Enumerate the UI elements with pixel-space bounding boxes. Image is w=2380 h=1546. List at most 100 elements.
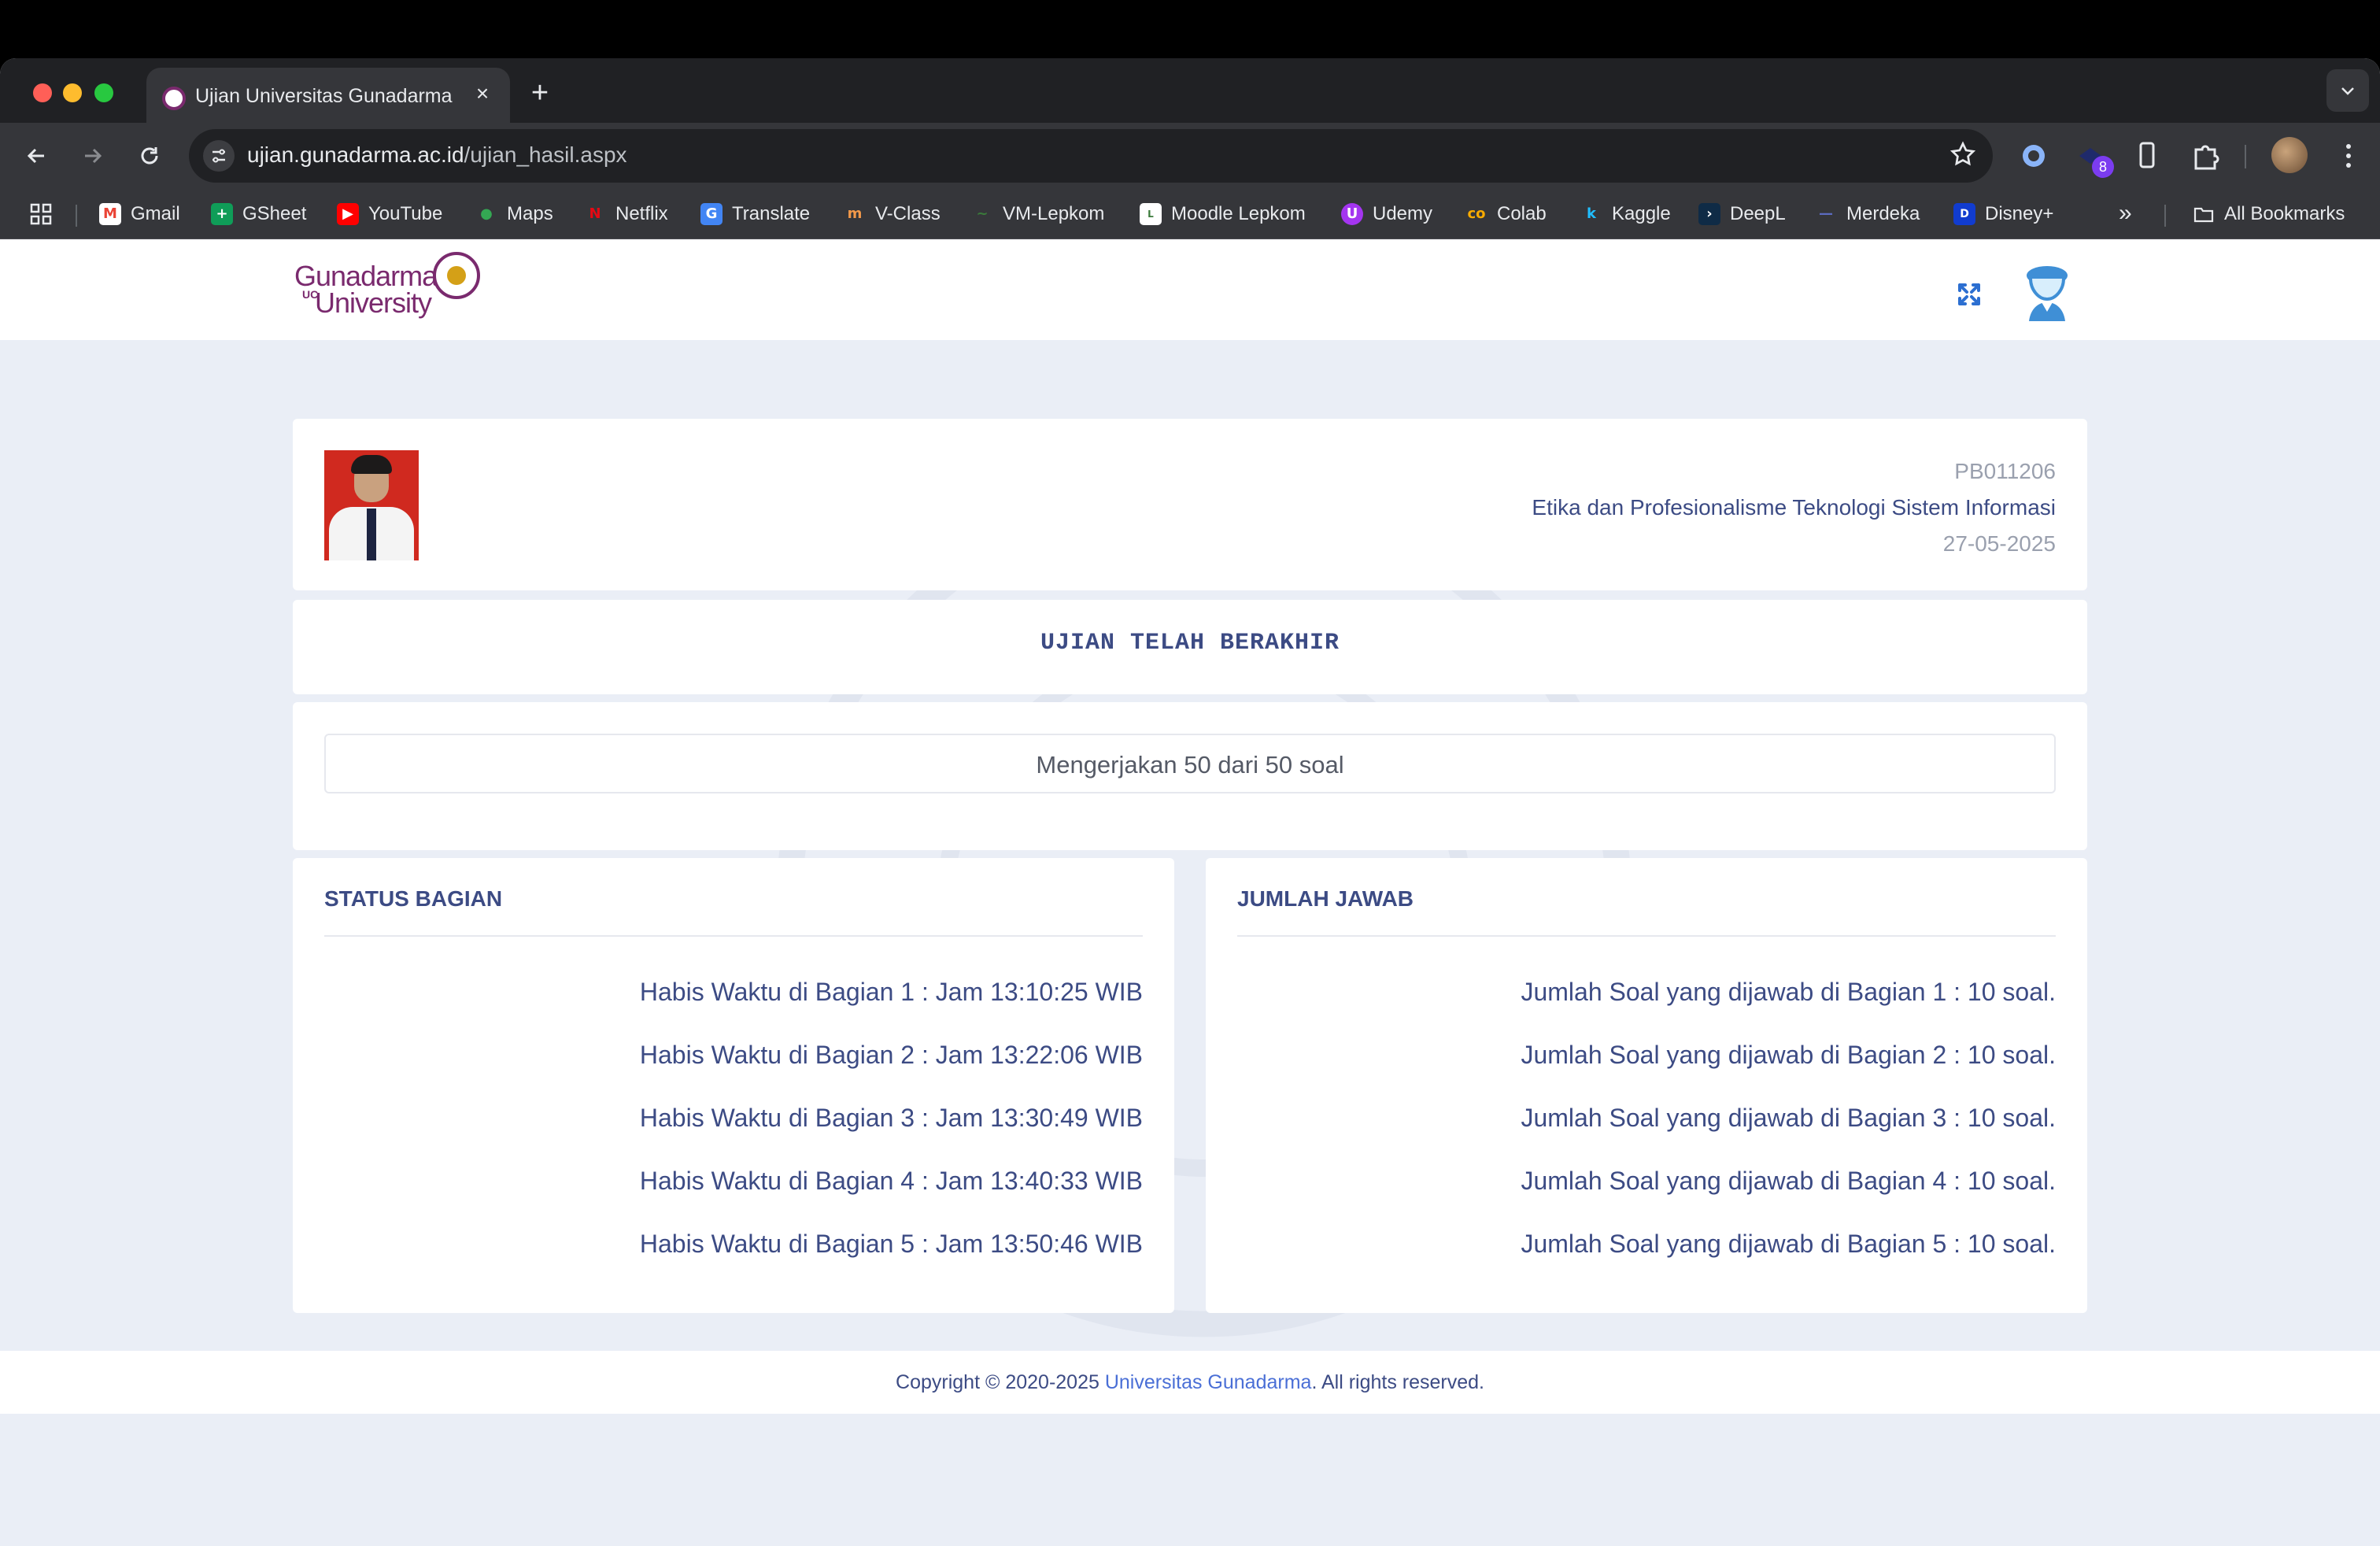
maps-pin-icon: ● — [480, 205, 493, 222]
bookmark-disney[interactable]: D Disney+ — [1953, 200, 2053, 228]
extension-lens-icon[interactable] — [2016, 139, 2051, 173]
arrow-left-icon — [27, 148, 44, 164]
list-item: Habis Waktu di Bagian 3 : Jam 13:30:49 W… — [639, 1104, 1143, 1132]
list-item: Jumlah Soal yang dijawab di Bagian 5 : 1… — [1521, 1230, 2056, 1258]
reload-button[interactable] — [129, 135, 170, 176]
bookmark-merdeka[interactable]: — Merdeka — [1815, 200, 1920, 228]
bookmark-vm-lepkom[interactable]: ~ VM-Lepkom — [971, 200, 1104, 228]
list-item: Habis Waktu di Bagian 1 : Jam 13:10:25 W… — [639, 978, 1143, 1006]
bookmark-vclass[interactable]: m V-Class — [844, 200, 941, 228]
translate-icon: G — [700, 203, 722, 225]
bookmark-label: VM-Lepkom — [1003, 203, 1105, 224]
site-header: Gunadarma UC University — [0, 239, 2380, 340]
exam-info: PB011206 Etika dan Profesionalisme Tekno… — [1532, 453, 2056, 562]
address-bar[interactable]: ujian.gunadarma.ac.id/ujian_hasil.aspx — [189, 129, 1993, 183]
bookmark-deepl[interactable]: › DeepL — [1698, 200, 1786, 228]
exam-ended-title: UJIAN TELAH BERAKHIR — [1040, 630, 1340, 656]
extensions-puzzle-icon[interactable] — [2188, 139, 2223, 173]
progress-box: Mengerjakan 50 dari 50 soal — [324, 734, 2056, 793]
more-menu-icon[interactable] — [2331, 139, 2366, 173]
disney-icon: D — [1953, 203, 1975, 225]
reload-icon — [141, 147, 158, 165]
gsheet-icon: + — [211, 203, 233, 225]
bookmark-maps[interactable]: ● Maps — [475, 200, 553, 228]
fullscreen-button[interactable] — [1955, 280, 1983, 309]
maximize-window-button[interactable] — [94, 83, 113, 102]
bookmark-label: Netflix — [615, 203, 668, 224]
toolbar-divider — [2245, 145, 2246, 168]
heading-divider — [1237, 935, 2056, 937]
copyright-suffix: . All rights reserved. — [1311, 1371, 1484, 1393]
tab-title: Ujian Universitas Gunadarma — [195, 85, 453, 107]
profile-avatar[interactable] — [2271, 137, 2308, 173]
more-bookmarks-icon[interactable]: » — [2119, 200, 2132, 227]
list-item: Jumlah Soal yang dijawab di Bagian 1 : 1… — [1521, 978, 2056, 1006]
bookmark-gmail[interactable]: M Gmail — [99, 200, 180, 228]
apps-grid-icon[interactable] — [28, 200, 54, 228]
tab-active[interactable]: Ujian Universitas Gunadarma × — [146, 68, 510, 123]
bookmark-label: Udemy — [1373, 203, 1433, 224]
youtube-icon: ▶ — [337, 203, 359, 225]
logo-text-university: University — [315, 287, 432, 319]
bookmark-label: GSheet — [242, 203, 307, 224]
folder-icon — [2193, 203, 2215, 225]
tab-close-icon[interactable]: × — [469, 80, 496, 107]
list-item: Habis Waktu di Bagian 2 : Jam 13:22:06 W… — [639, 1041, 1143, 1069]
bookmark-gsheet[interactable]: + GSheet — [211, 200, 306, 228]
answer-count-heading: JUMLAH JAWAB — [1237, 886, 1414, 911]
arrow-right-icon — [85, 148, 102, 164]
deepl-icon: › — [1698, 203, 1720, 225]
copyright-prefix: Copyright © 2020-2025 — [896, 1371, 1105, 1393]
netflix-icon: N — [589, 205, 601, 222]
bookmark-label: Disney+ — [1985, 203, 2054, 224]
all-bookmarks-label: All Bookmarks — [2224, 203, 2345, 224]
exam-code: PB011206 — [1954, 459, 2056, 483]
bookmark-netflix[interactable]: N Netflix — [584, 200, 668, 228]
bookmark-label: Gmail — [131, 203, 180, 224]
mobile-device-icon[interactable] — [2130, 139, 2164, 173]
university-link[interactable]: Universitas Gunadarma — [1105, 1371, 1312, 1393]
bookmark-star-icon[interactable] — [1949, 140, 1977, 172]
bookmark-kaggle[interactable]: k Kaggle — [1580, 200, 1671, 228]
extension-badge-icon[interactable]: 8 — [2075, 139, 2114, 178]
forward-button[interactable] — [72, 135, 113, 176]
gunadarma-logo[interactable]: Gunadarma UC University — [294, 252, 483, 324]
close-window-button[interactable] — [33, 83, 52, 102]
all-bookmarks-folder[interactable]: All Bookmarks — [2193, 200, 2345, 228]
copyright-text: Copyright © 2020-2025 Universitas Gunada… — [0, 1371, 2380, 1394]
tab-search-button[interactable] — [2326, 69, 2369, 112]
new-tab-button[interactable]: + — [526, 78, 554, 108]
extension-badge-count: 8 — [2092, 156, 2114, 178]
bookmark-udemy[interactable]: U Udemy — [1341, 200, 1432, 228]
url-path: /ujian_hasil.aspx — [464, 142, 627, 167]
exam-ended-card: UJIAN TELAH BERAKHIR — [293, 600, 2087, 694]
minimize-window-button[interactable] — [63, 83, 82, 102]
bookmarks-divider — [76, 205, 77, 227]
exam-info-card: PB011206 Etika dan Profesionalisme Tekno… — [293, 419, 2087, 590]
moodle-lepkom-icon: L — [1140, 203, 1162, 225]
chevron-down-icon — [2341, 87, 2354, 95]
answer-count-list: Jumlah Soal yang dijawab di Bagian 1 : 1… — [1521, 960, 2056, 1275]
bookmark-youtube[interactable]: ▶ YouTube — [337, 200, 442, 228]
course-name: Etika dan Profesionalisme Teknologi Sist… — [1532, 495, 2056, 520]
user-menu-button[interactable] — [2024, 258, 2070, 324]
bookmark-label: Moodle Lepkom — [1171, 203, 1306, 224]
progress-text: Mengerjakan 50 dari 50 soal — [1036, 751, 1344, 779]
site-info-icon[interactable] — [203, 140, 235, 172]
bookmark-label: Colab — [1497, 203, 1547, 224]
bookmark-label: DeepL — [1730, 203, 1786, 224]
student-photo — [324, 450, 419, 560]
bookmark-translate[interactable]: G Translate — [700, 200, 810, 228]
university-seal-icon — [433, 252, 480, 299]
bookmark-moodle-lepkom[interactable]: L Moodle Lepkom — [1140, 200, 1306, 228]
page-content: Gunadarma UC University PB011206 Etika d… — [0, 239, 2380, 1546]
section-status-card: STATUS BAGIAN Habis Waktu di Bagian 1 : … — [293, 858, 1174, 1313]
tab-bar: Ujian Universitas Gunadarma × + — [0, 58, 2380, 123]
site-footer: Copyright © 2020-2025 Universitas Gunada… — [0, 1351, 2380, 1414]
exam-date: 27-05-2025 — [1942, 531, 2056, 556]
list-item: Habis Waktu di Bagian 4 : Jam 13:40:33 W… — [639, 1167, 1143, 1195]
expand-icon — [1958, 283, 1980, 305]
bookmark-colab[interactable]: co Colab — [1465, 200, 1547, 228]
back-button[interactable] — [16, 135, 57, 176]
url-domain: ujian.gunadarma.ac.id — [247, 142, 464, 167]
